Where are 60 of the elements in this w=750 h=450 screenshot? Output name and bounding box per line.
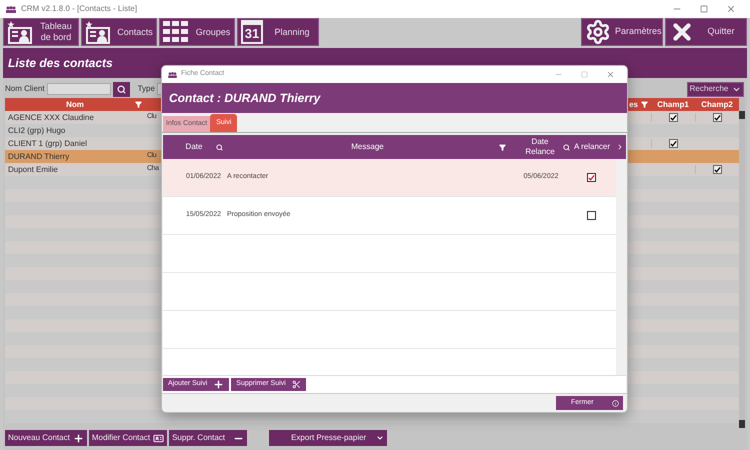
checkbox[interactable] xyxy=(713,165,722,174)
grid-icon xyxy=(163,21,189,43)
page-title: Liste des contacts xyxy=(8,55,113,72)
contact-card-icon xyxy=(7,20,33,44)
table-cell: AGENCE XXX Claudine xyxy=(8,112,94,124)
search-button[interactable] xyxy=(112,82,130,96)
checkbox[interactable] xyxy=(586,211,596,220)
checkbox[interactable] xyxy=(669,113,678,122)
toolbar-button[interactable]: Paramètres xyxy=(581,18,663,46)
close-icon[interactable] xyxy=(606,70,615,79)
column-header[interactable]: Champ2 xyxy=(695,98,739,110)
column-header[interactable]: A relancer xyxy=(570,141,614,153)
action-button[interactable]: Modifier Contact xyxy=(88,430,168,446)
toolbar-button[interactable]: Quitter xyxy=(665,18,747,46)
checkbox[interactable] xyxy=(713,113,722,122)
scissors-icon xyxy=(292,380,301,389)
name-field[interactable] xyxy=(46,83,111,95)
field-label: Type xyxy=(138,83,155,95)
column-header[interactable]: es xyxy=(629,98,638,110)
table-cell: CLI2 (grp) Hugo xyxy=(8,124,66,136)
toolbar-button[interactable]: Contacts xyxy=(81,18,157,46)
column-header[interactable]: Date Relance xyxy=(523,137,557,157)
plus-icon xyxy=(213,379,224,390)
column-header[interactable]: Date xyxy=(186,141,202,153)
action-button[interactable]: Nouveau Contact xyxy=(5,430,87,446)
filter-icon[interactable] xyxy=(499,144,506,150)
column-header[interactable]: Message xyxy=(351,141,384,153)
id-card-icon xyxy=(153,432,164,444)
search-icon[interactable] xyxy=(563,144,570,150)
dialog-heading: Contact : DURAND Thierry xyxy=(169,90,320,107)
filter-icon[interactable] xyxy=(641,101,648,108)
search-icon xyxy=(116,84,126,94)
table-cell: DURAND Thierry xyxy=(8,150,70,162)
search-icon[interactable] xyxy=(216,144,223,150)
action-button[interactable]: Export Presse-papier xyxy=(269,430,388,446)
checkbox[interactable] xyxy=(586,173,596,182)
maximize-icon[interactable] xyxy=(700,5,708,13)
settings-icon xyxy=(585,19,611,45)
toolbar-button[interactable]: 31 Planning xyxy=(237,18,319,46)
caret-icon xyxy=(376,434,384,442)
scrollbar[interactable] xyxy=(739,98,745,428)
field-label: Nom Client xyxy=(5,83,45,95)
window-title: CRM v2.1.8.0 - [Contacts - Liste] xyxy=(21,3,138,15)
table-cell: CLIENT 1 (grp) Daniel xyxy=(8,138,87,150)
people-icon xyxy=(6,6,16,12)
toolbar-button[interactable]: Tableau de bord xyxy=(3,18,79,46)
search-dropdown[interactable]: Recherche xyxy=(687,82,744,96)
info-icon xyxy=(612,400,619,406)
filter-icon[interactable] xyxy=(135,101,142,108)
people-icon xyxy=(168,72,177,78)
plus-icon xyxy=(72,432,84,444)
column-header[interactable]: Nom xyxy=(66,98,84,110)
close-icon[interactable] xyxy=(726,4,736,14)
action-button[interactable]: Suppr. Contact xyxy=(169,430,248,446)
chevron-right-icon[interactable] xyxy=(616,143,624,151)
contact-card-icon xyxy=(85,20,111,44)
checkbox[interactable] xyxy=(669,139,678,148)
table-cell: Dupont Emilie xyxy=(8,164,58,176)
column-header[interactable]: Champ1 xyxy=(651,98,695,110)
toolbar-button[interactable]: Groupes xyxy=(159,18,235,46)
